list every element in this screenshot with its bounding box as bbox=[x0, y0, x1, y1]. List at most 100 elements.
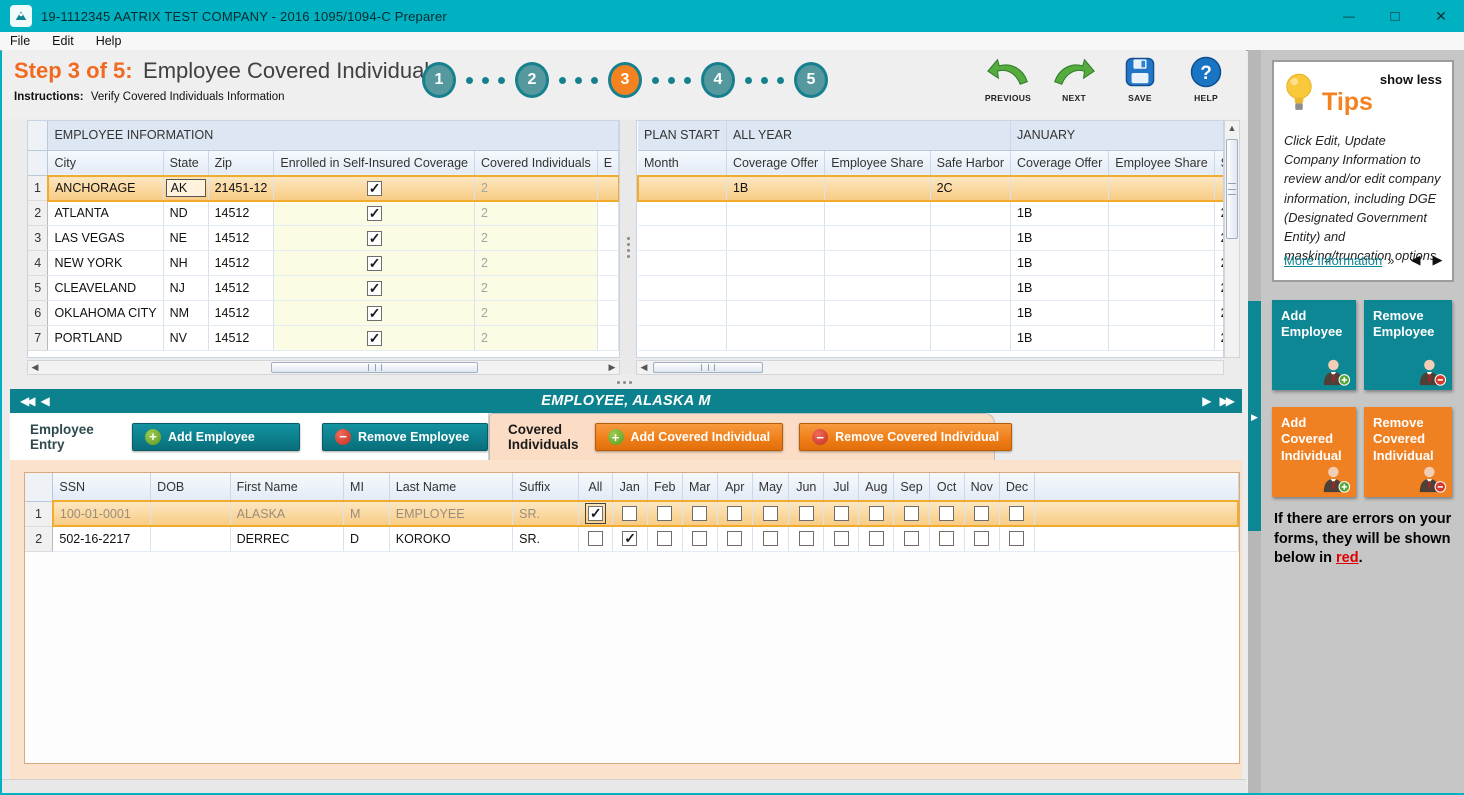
cell-ssn[interactable]: 100-01-0001 bbox=[53, 501, 151, 526]
cell-coverage[interactable] bbox=[930, 226, 1010, 251]
cell-coverage[interactable]: 2C bbox=[930, 176, 1010, 201]
cell-month-apr[interactable] bbox=[717, 526, 752, 551]
cell-stub[interactable] bbox=[597, 276, 618, 301]
remove-covered-individual-side-button[interactable]: Remove Covered Individual bbox=[1364, 407, 1452, 497]
employee-row[interactable]: 7PORTLANDNV145122 bbox=[28, 326, 619, 351]
cell-month-all[interactable] bbox=[578, 501, 612, 526]
show-less-link[interactable]: show less bbox=[1380, 72, 1442, 87]
add-covered-individual-side-button[interactable]: Add Covered Individual bbox=[1272, 407, 1356, 497]
cell-coverage[interactable] bbox=[825, 226, 930, 251]
cell-coverage[interactable] bbox=[726, 251, 824, 276]
cell-coverage[interactable] bbox=[930, 251, 1010, 276]
cell-coverage[interactable]: 2C bbox=[1214, 326, 1224, 351]
cell-stub[interactable] bbox=[597, 176, 618, 201]
enrolled-checkbox[interactable] bbox=[367, 306, 382, 321]
column-header[interactable]: DOB bbox=[151, 473, 230, 501]
cell-month-mar[interactable] bbox=[682, 526, 717, 551]
cell-coverage[interactable] bbox=[1109, 251, 1214, 276]
coverage-row[interactable]: 1B2C bbox=[638, 301, 1224, 326]
cell-suffix[interactable]: SR. bbox=[513, 526, 579, 551]
cell-coverage[interactable] bbox=[825, 176, 930, 201]
month-checkbox-sep[interactable] bbox=[904, 506, 919, 521]
column-header-mar[interactable]: Mar bbox=[682, 473, 717, 501]
tab-employee-entry[interactable]: Employee Entry + Add Employee − Remove E… bbox=[10, 413, 489, 460]
cell-coverage[interactable] bbox=[930, 326, 1010, 351]
cell-month-jun[interactable] bbox=[789, 526, 824, 551]
cell-state[interactable]: NM bbox=[163, 301, 208, 326]
month-checkbox-apr[interactable] bbox=[727, 506, 742, 521]
cell-month-jan[interactable] bbox=[612, 501, 647, 526]
cell-enrolled[interactable] bbox=[274, 176, 475, 201]
scroll-left-icon[interactable] bbox=[637, 362, 651, 373]
column-header[interactable]: State bbox=[163, 150, 208, 176]
cell-coverage[interactable] bbox=[1109, 276, 1214, 301]
cell-coverage[interactable] bbox=[638, 301, 726, 326]
covered-individual-row[interactable]: 1100-01-0001ALASKAMEMPLOYEESR. bbox=[25, 501, 1238, 526]
coverage-row[interactable]: 1B2C bbox=[638, 276, 1224, 301]
cell-stub[interactable] bbox=[597, 201, 618, 226]
employee-row[interactable]: 4NEW YORKNH145122 bbox=[28, 251, 619, 276]
first-employee-icon[interactable] bbox=[20, 394, 32, 408]
cell-city[interactable]: ATLANTA bbox=[48, 201, 163, 226]
employee-grid-hscrollbar[interactable] bbox=[27, 360, 620, 375]
month-checkbox-dec[interactable] bbox=[1009, 531, 1024, 546]
cell-state[interactable]: NH bbox=[163, 251, 208, 276]
cell-mi[interactable]: D bbox=[344, 526, 390, 551]
coverage-row[interactable]: 1B 2C bbox=[638, 326, 1224, 351]
close-icon[interactable] bbox=[1418, 0, 1464, 32]
cell-city[interactable]: LAS VEGAS bbox=[48, 226, 163, 251]
cell-enrolled[interactable] bbox=[274, 251, 475, 276]
cell-city[interactable]: NEW YORK bbox=[48, 251, 163, 276]
month-checkbox-mar[interactable] bbox=[692, 506, 707, 521]
cell-coverage[interactable] bbox=[1011, 176, 1109, 201]
cell-coverage[interactable]: 1B bbox=[1011, 226, 1109, 251]
cell-month-may[interactable] bbox=[752, 526, 789, 551]
minimize-icon[interactable] bbox=[1326, 0, 1372, 32]
covered-individual-row[interactable]: 2502-16-2217DERRECDKOROKOSR. bbox=[25, 526, 1238, 551]
month-checkbox-nov[interactable] bbox=[974, 531, 989, 546]
cell-enrolled[interactable] bbox=[274, 276, 475, 301]
column-header-sep[interactable]: Sep bbox=[894, 473, 929, 501]
previous-employee-icon[interactable] bbox=[40, 394, 49, 408]
cell-coverage[interactable] bbox=[930, 301, 1010, 326]
column-header-aug[interactable]: Aug bbox=[859, 473, 894, 501]
cell-coverage[interactable] bbox=[1109, 201, 1214, 226]
column-header[interactable]: Coverage Offer bbox=[1011, 150, 1109, 176]
hscroll-thumb[interactable] bbox=[271, 362, 478, 373]
cell-coverage[interactable]: 1B bbox=[1011, 301, 1109, 326]
cell-coverage[interactable]: 1B bbox=[1011, 326, 1109, 351]
next-employee-icon[interactable] bbox=[1202, 394, 1211, 408]
cell-coverage[interactable] bbox=[638, 251, 726, 276]
month-checkbox-nov[interactable] bbox=[974, 506, 989, 521]
month-checkbox-may[interactable] bbox=[763, 531, 778, 546]
cell-coverage[interactable] bbox=[638, 326, 726, 351]
month-checkbox-may[interactable] bbox=[763, 506, 778, 521]
cell-month-jul[interactable] bbox=[824, 526, 859, 551]
scroll-right-icon[interactable] bbox=[605, 362, 619, 373]
cell-coverage[interactable] bbox=[638, 176, 726, 201]
cell-coverage[interactable] bbox=[825, 326, 930, 351]
remove-employee-button[interactable]: − Remove Employee bbox=[322, 423, 488, 451]
more-information-link[interactable]: More Information bbox=[1284, 253, 1382, 268]
cell-covered-individuals[interactable]: 2 bbox=[475, 176, 598, 201]
cell-mi[interactable]: M bbox=[344, 501, 390, 526]
cell-stub[interactable] bbox=[597, 226, 618, 251]
employee-row[interactable]: 2ATLANTAND145122 bbox=[28, 201, 619, 226]
side-panel-splitter[interactable] bbox=[1248, 50, 1261, 793]
menu-help[interactable]: Help bbox=[96, 34, 122, 48]
cell-state[interactable]: AK bbox=[163, 176, 208, 201]
coverage-row[interactable]: 1B2C bbox=[638, 226, 1224, 251]
month-checkbox-aug[interactable] bbox=[869, 506, 884, 521]
add-employee-button[interactable]: + Add Employee bbox=[132, 423, 300, 451]
cell-coverage[interactable] bbox=[825, 251, 930, 276]
month-checkbox-mar[interactable] bbox=[692, 531, 707, 546]
cell-enrolled[interactable] bbox=[274, 301, 475, 326]
column-header[interactable]: Suffix bbox=[513, 473, 579, 501]
column-header[interactable]: MI bbox=[344, 473, 390, 501]
cell-coverage[interactable]: 1B bbox=[1011, 251, 1109, 276]
cell-month-aug[interactable] bbox=[859, 526, 894, 551]
column-header[interactable]: Safe Harbor bbox=[1214, 150, 1224, 176]
employee-row[interactable]: 1ANCHORAGEAK21451-122 bbox=[28, 176, 619, 201]
coverage-row[interactable]: 1B2C bbox=[638, 176, 1224, 201]
cell-state[interactable]: NV bbox=[163, 326, 208, 351]
